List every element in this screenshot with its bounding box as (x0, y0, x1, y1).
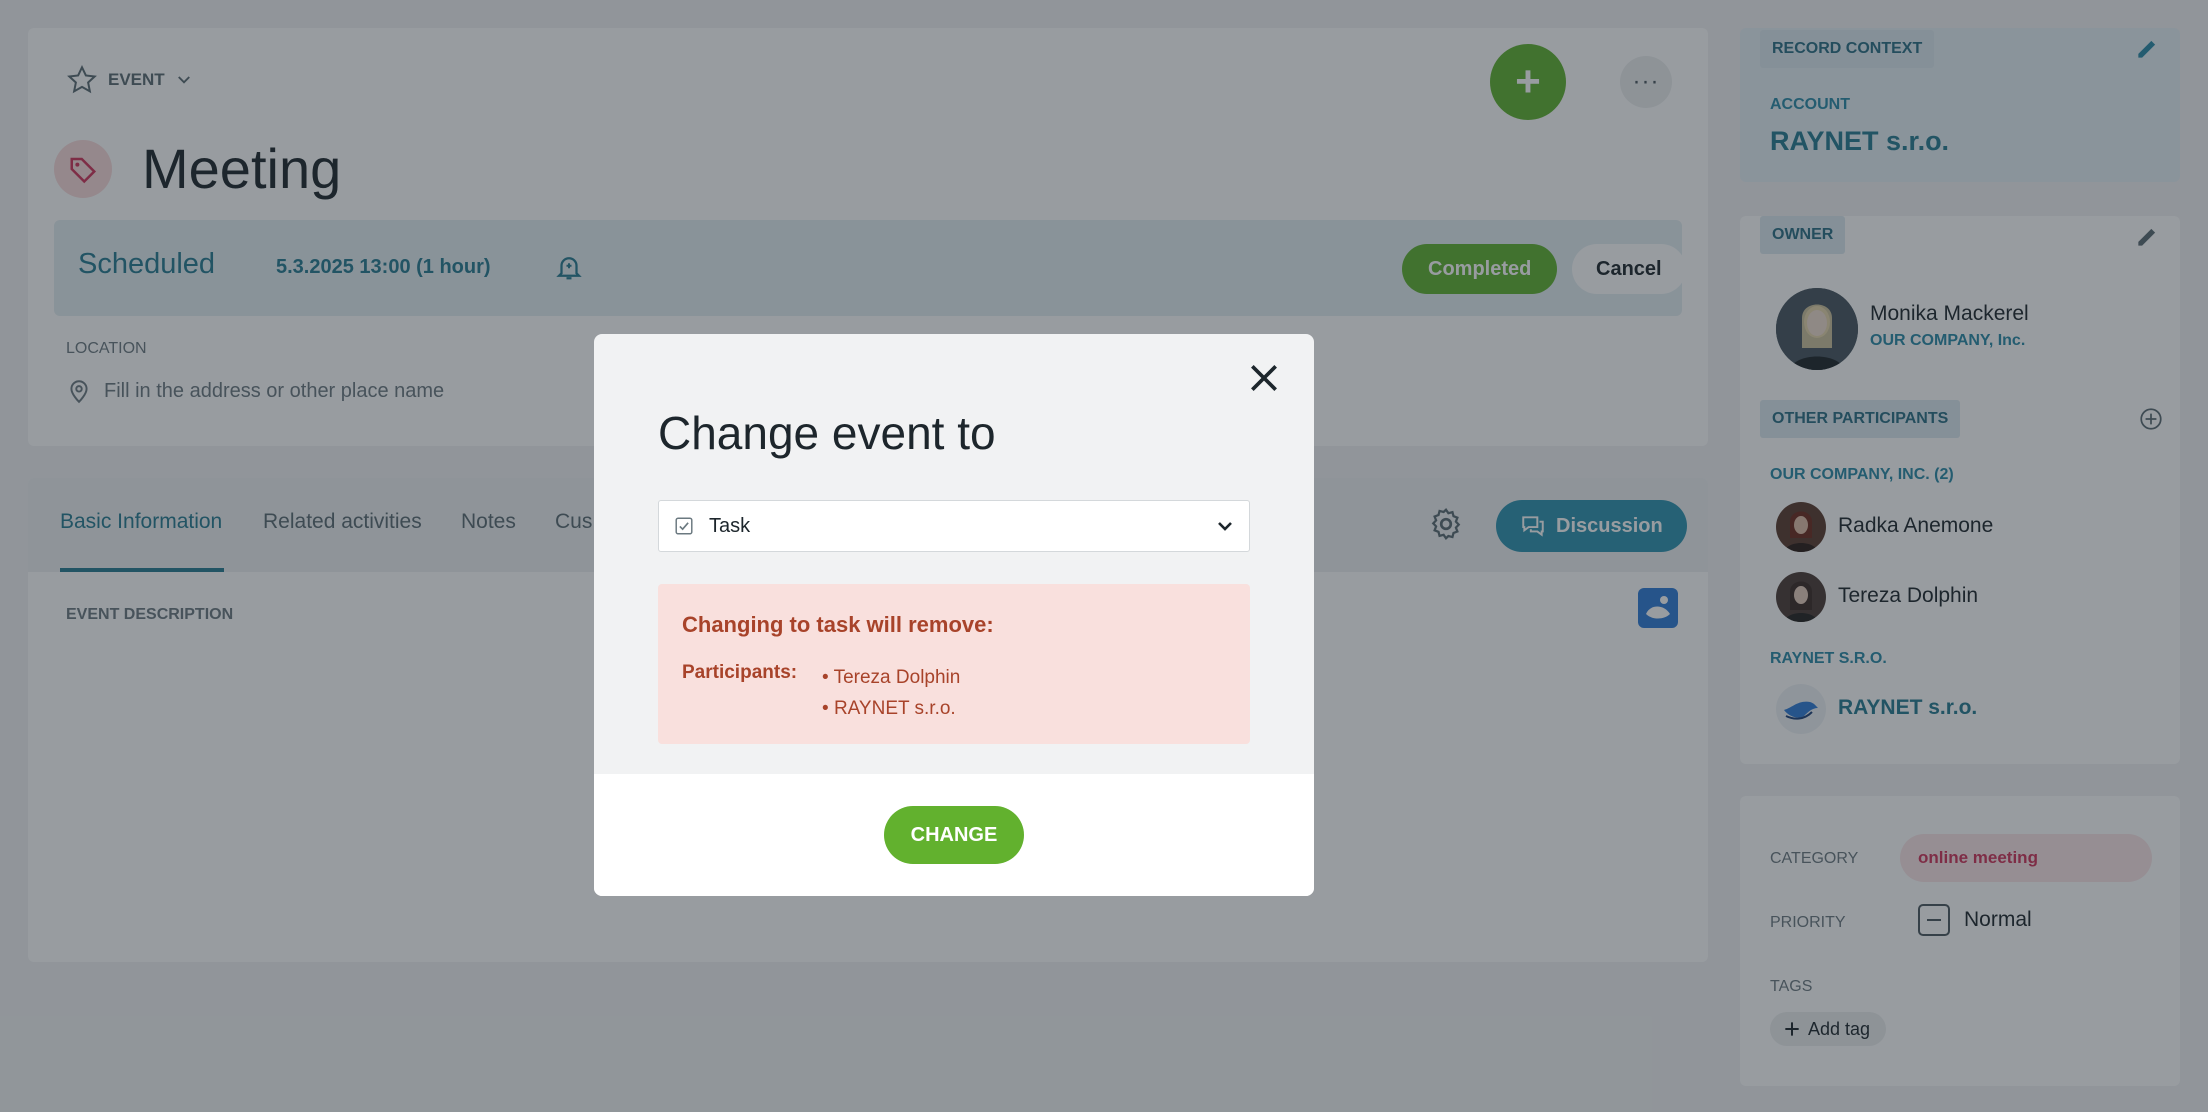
task-checkbox-icon (675, 517, 693, 535)
selected-type: Task (709, 514, 751, 537)
change-event-dialog: Change event to Task Changing to task wi… (594, 334, 1314, 896)
chevron-down-icon (1218, 522, 1232, 531)
warning-box: Changing to task will remove: Participan… (658, 584, 1250, 744)
change-button[interactable]: CHANGE (884, 806, 1024, 864)
warning-title: Changing to task will remove: (682, 612, 994, 637)
list-item: Tereza Dolphin (822, 662, 961, 693)
close-icon[interactable] (1244, 358, 1284, 398)
removed-participants-list: Tereza Dolphin RAYNET s.r.o. (822, 662, 961, 724)
list-item: RAYNET s.r.o. (822, 693, 960, 724)
dialog-title: Change event to (658, 407, 996, 459)
dialog-footer: CHANGE (594, 774, 1314, 896)
event-type-select[interactable]: Task (658, 500, 1250, 552)
participants-key: Participants: (682, 662, 798, 683)
